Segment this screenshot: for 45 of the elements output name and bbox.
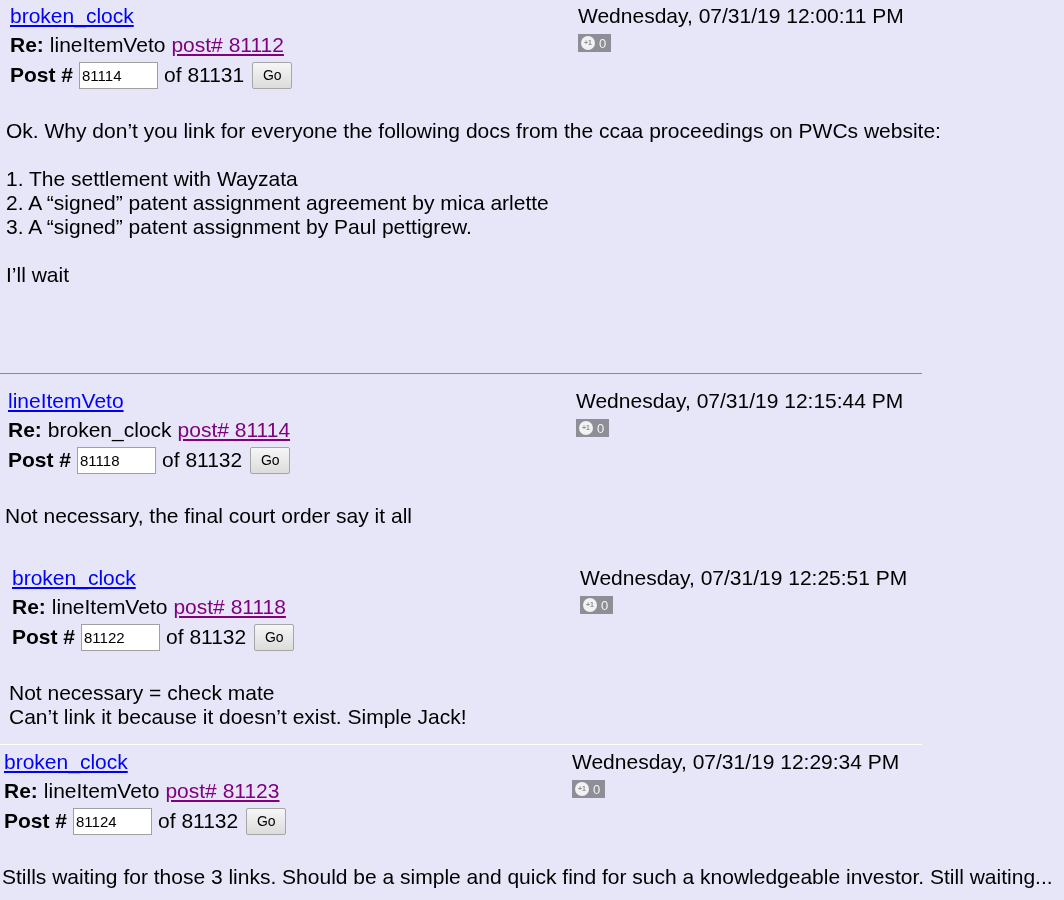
post-link[interactable]: post# 81114 — [177, 414, 291, 446]
post-count-text: of 81131 — [164, 62, 245, 89]
go-button[interactable]: Go — [250, 446, 291, 474]
post-number-field[interactable]: 81122 — [81, 623, 161, 651]
post-number-label: Post # — [12, 624, 76, 651]
go-button[interactable]: Go — [254, 623, 295, 651]
post-text: Ok. Why don’t you link for everyone the following docs from the ccaa proceedings on PWCs website: — [6, 119, 941, 143]
post-count-text: of 81132 — [162, 447, 243, 474]
post-number-label: Post # — [4, 808, 68, 835]
author-link[interactable]: broken_clock — [12, 566, 136, 590]
go-button[interactable]: Go — [252, 61, 293, 89]
post-text: 3. A “signed” patent assignment by Paul pettigrew. — [6, 215, 472, 239]
author-link[interactable]: broken_clock — [10, 4, 134, 28]
reply-label: Re: — [12, 594, 46, 621]
reply-label: Re: — [8, 417, 42, 444]
post-number-label: Post # — [10, 62, 74, 89]
post-date: Wednesday, 07/31/19 12:25:51 PM — [580, 566, 908, 590]
post-text: I’ll wait — [6, 263, 69, 287]
reply-label: Re: — [10, 32, 44, 59]
post-text: Stills waiting for those 3 links. Should be a simple and quick find for such a knowledgeable investor. Still waiting... — [2, 865, 1053, 889]
author-link[interactable]: broken_clock — [4, 750, 128, 774]
post-number-label: Post # — [8, 447, 72, 474]
post-date: Wednesday, 07/31/19 12:00:11 PM — [578, 4, 904, 28]
author-link[interactable]: lineItemVeto — [8, 389, 124, 413]
post-text: Not necessary = check mate — [9, 681, 275, 705]
post-number-field[interactable]: 81118 — [77, 446, 157, 474]
post-link[interactable]: post# 81118 — [173, 591, 286, 623]
reply-author: lineItemVeto — [51, 594, 168, 621]
reply-author: broken_clock — [47, 417, 172, 444]
post-date: Wednesday, 07/31/19 12:15:44 PM — [576, 389, 904, 413]
post-count-text: of 81132 — [166, 624, 247, 651]
post-text: 2. A “signed” patent assignment agreement by mica arlette — [6, 191, 549, 215]
post-number-field[interactable]: 81124 — [73, 807, 153, 835]
go-button[interactable]: Go — [246, 807, 287, 835]
post-date: Wednesday, 07/31/19 12:29:34 PM — [572, 750, 900, 774]
post-text: Can’t link it because it doesn’t exist. Simple Jack! — [9, 705, 467, 729]
reply-label: Re: — [4, 778, 38, 805]
post-link[interactable]: post# 81112 — [171, 29, 284, 61]
post-link[interactable]: post# 81123 — [165, 775, 280, 807]
post-text: Not necessary, the final court order say it all — [5, 504, 412, 528]
reply-author: lineItemVeto — [43, 778, 160, 805]
post-count-text: of 81132 — [158, 808, 239, 835]
post-text: 1. The settlement with Wayzata — [6, 167, 298, 191]
post-number-field[interactable]: 81114 — [79, 61, 159, 89]
reply-author: lineItemVeto — [49, 32, 166, 59]
